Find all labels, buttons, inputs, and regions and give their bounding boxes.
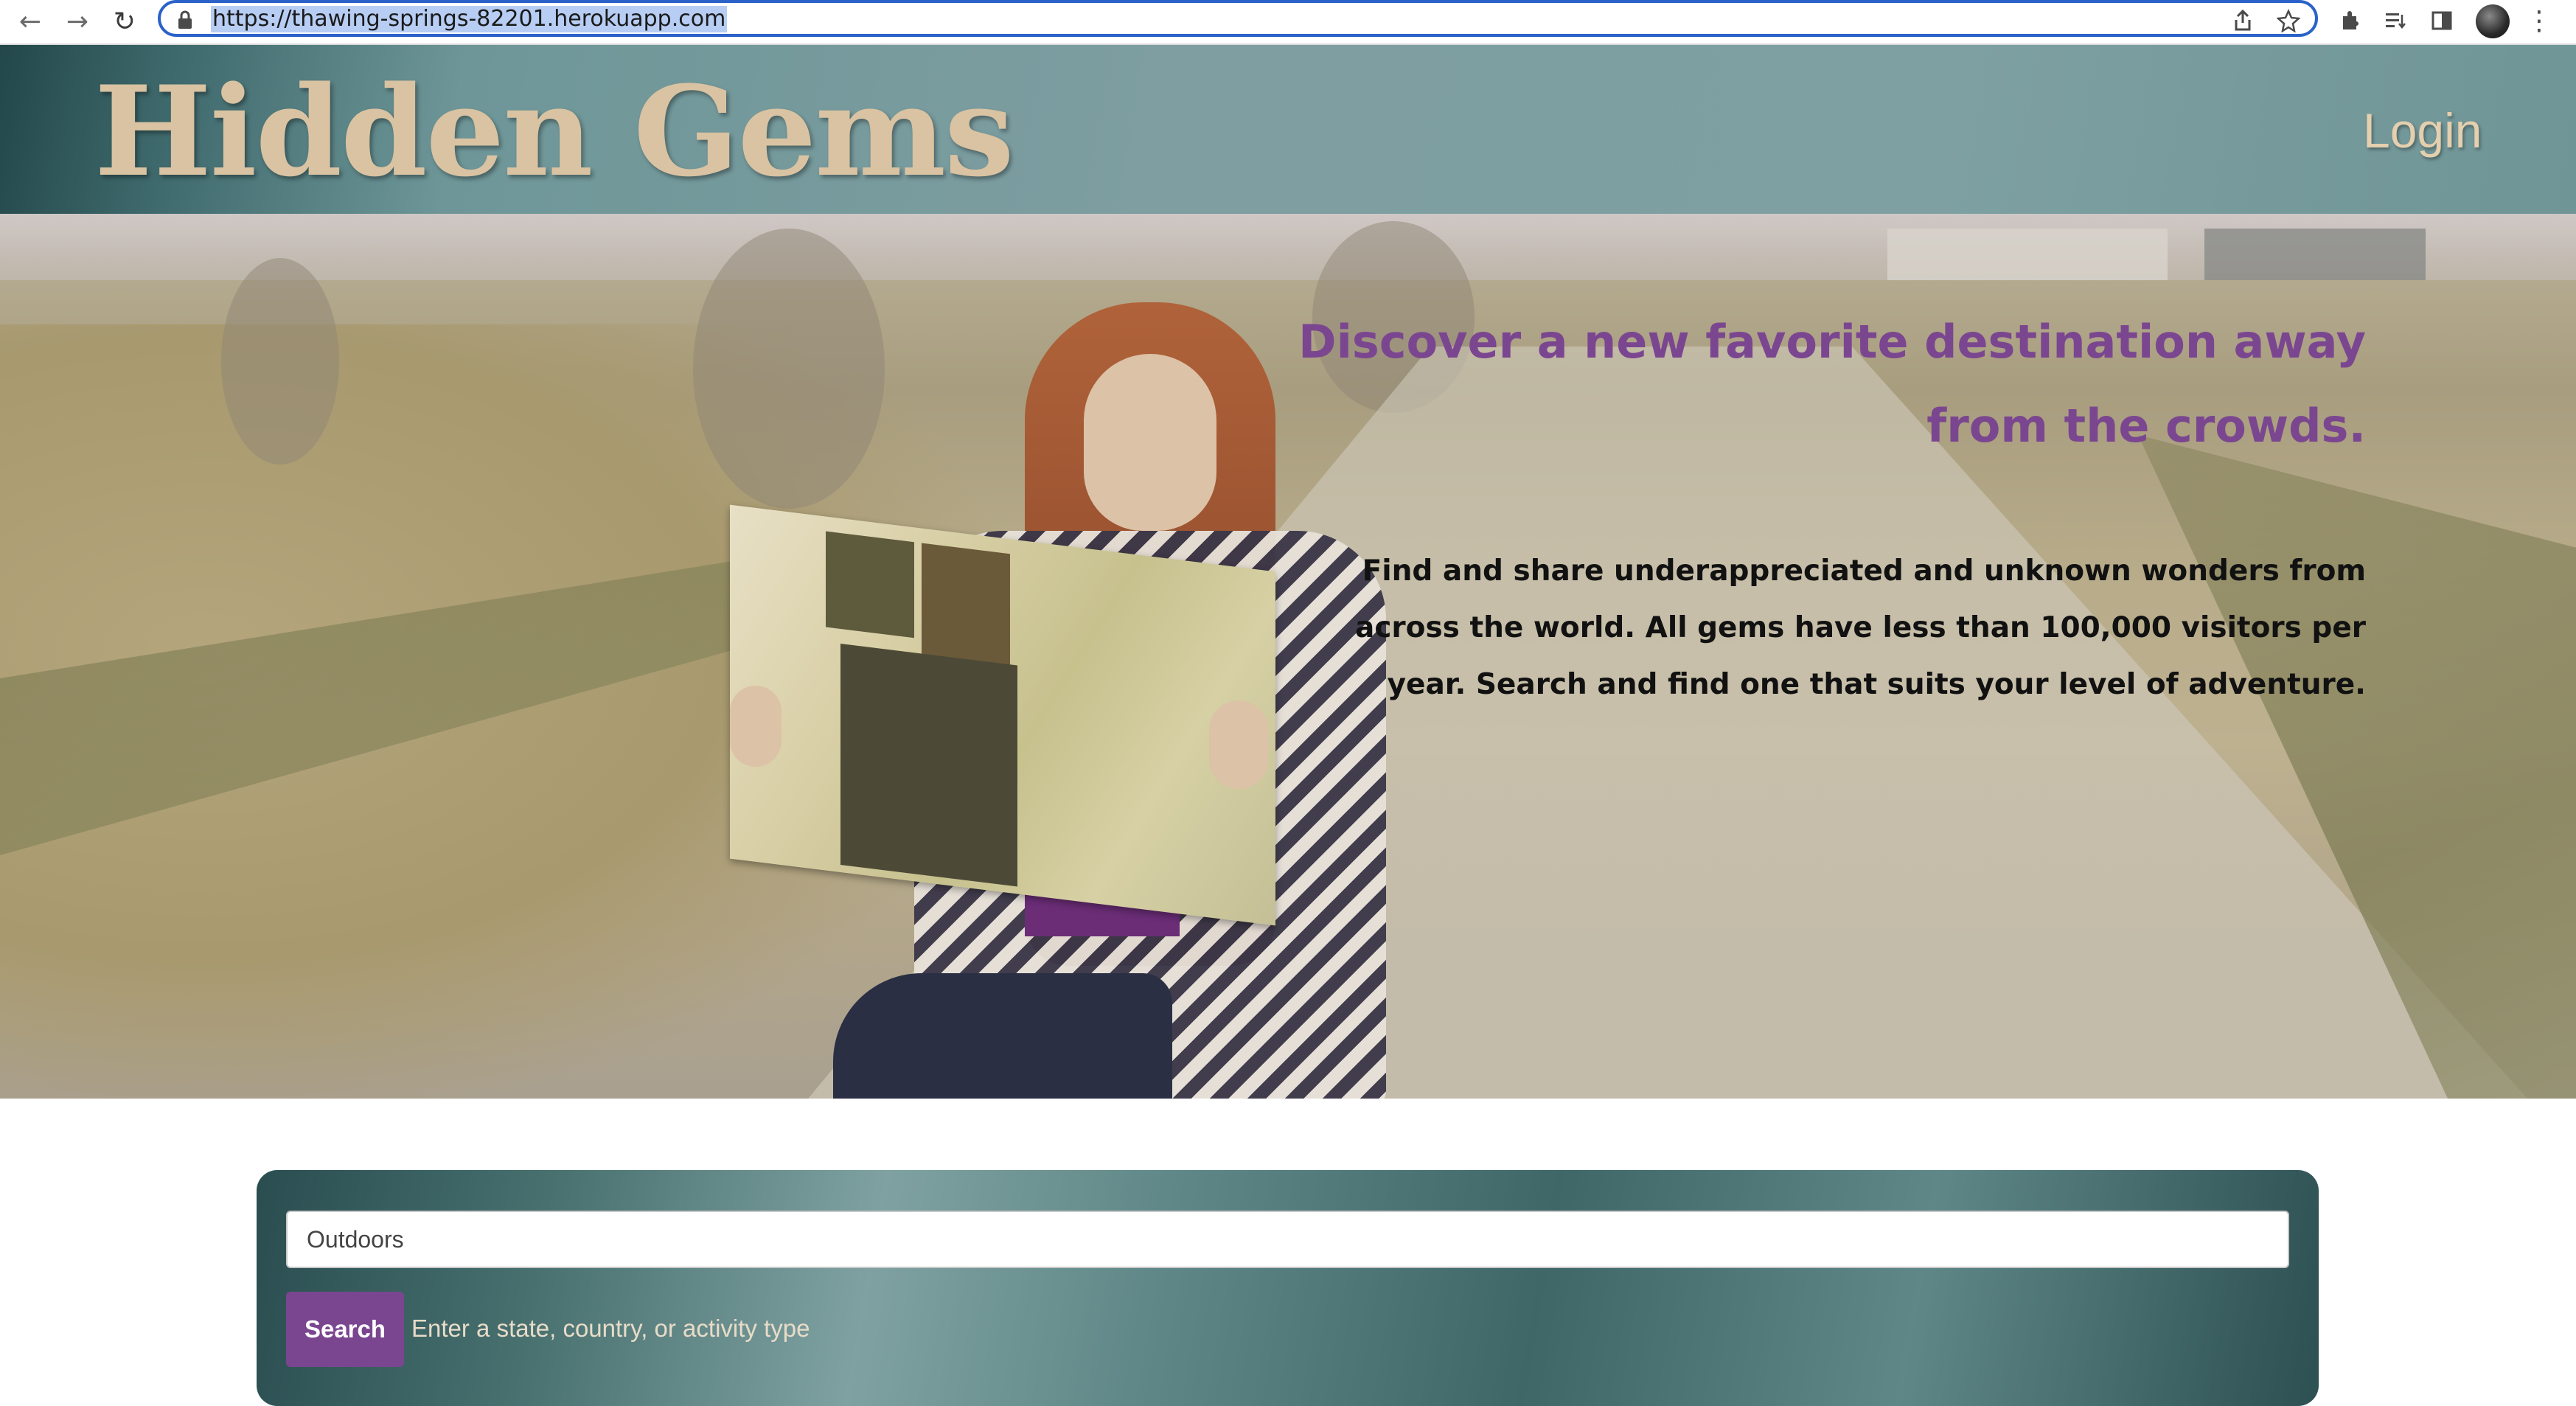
reload-icon[interactable]: ↻: [108, 4, 142, 38]
back-icon[interactable]: ←: [13, 4, 47, 38]
reading-list-icon[interactable]: [2380, 4, 2412, 37]
hero-banner: Discover a new favorite destination away…: [0, 214, 2576, 1099]
site-logo-title[interactable]: Hidden Gems: [94, 61, 1014, 201]
hero-tree: [221, 258, 339, 464]
url-text[interactable]: https://thawing-springs-82201.herokuapp.…: [211, 6, 728, 32]
hero-hand-left: [730, 686, 781, 767]
hero-map-image: [730, 504, 1275, 926]
hero-barn: [1887, 229, 2168, 280]
browser-toolbar: ← → ↻ https://thawing-springs-82201.hero…: [0, 0, 2576, 45]
address-bar[interactable]: https://thawing-springs-82201.herokuapp.…: [158, 0, 2318, 37]
profile-avatar[interactable]: [2476, 4, 2510, 38]
hero-hand-right: [1209, 700, 1268, 789]
side-panel-icon[interactable]: [2426, 4, 2458, 37]
bookmark-star-icon[interactable]: [2274, 6, 2303, 35]
login-link[interactable]: Login: [2363, 101, 2482, 160]
hero-subtext: Find and share underappreciated and unkn…: [1355, 554, 2366, 701]
share-icon[interactable]: [2228, 6, 2258, 35]
search-input[interactable]: Outdoors: [286, 1211, 2289, 1268]
extensions-icon[interactable]: [2334, 4, 2367, 37]
hero-headline: Discover a new favorite destination away…: [1298, 315, 2366, 453]
hero-barn-roof: [2204, 229, 2426, 280]
hero-tree: [693, 229, 885, 509]
search-hint-text: Enter a state, country, or activity type: [411, 1315, 810, 1342]
lock-icon: [178, 10, 192, 29]
map-dark-panel: [840, 643, 1017, 887]
hero-woman-face: [1084, 354, 1216, 531]
menu-kebab-icon[interactable]: ⋮: [2523, 4, 2555, 37]
forward-icon[interactable]: →: [60, 4, 94, 38]
map-photo-panel: [826, 531, 914, 638]
hero-sky: [0, 214, 2576, 280]
hero-woman-jeans: [833, 973, 1172, 1099]
search-button[interactable]: Search: [286, 1292, 404, 1367]
site-header: Hidden Gems Login: [0, 45, 2576, 214]
search-panel: Outdoors Search Enter a state, country, …: [257, 1170, 2319, 1406]
